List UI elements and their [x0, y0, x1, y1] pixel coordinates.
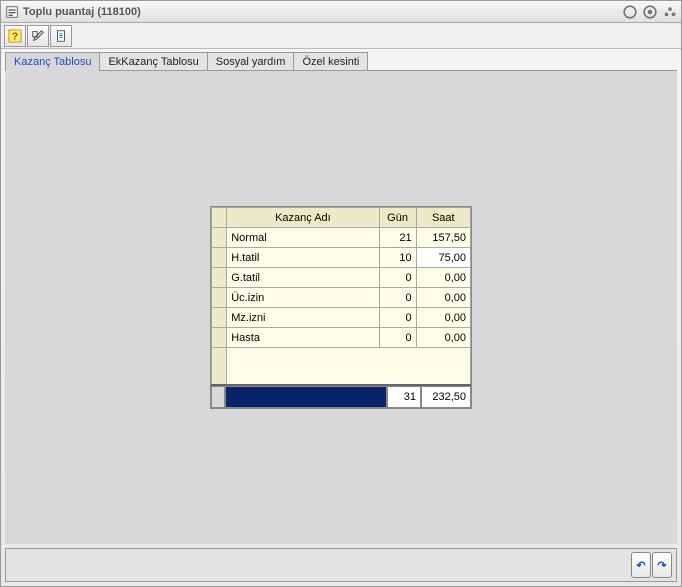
- edit-button[interactable]: [27, 25, 49, 47]
- next-button[interactable]: ↷: [652, 552, 672, 578]
- cell-gun[interactable]: 0: [379, 308, 416, 328]
- cell-name[interactable]: G.tatil: [227, 268, 379, 288]
- totals-selector: [211, 386, 225, 408]
- cell-name[interactable]: Mz.izni: [227, 308, 379, 328]
- tab-0[interactable]: Kazanç Tablosu: [5, 52, 100, 71]
- window-title: Toplu puantaj (118100): [23, 6, 623, 18]
- cell-gun[interactable]: 10: [379, 248, 416, 268]
- cell-name[interactable]: Üc.izin: [227, 288, 379, 308]
- cell-saat[interactable]: 0,00: [416, 288, 470, 308]
- row-selector-header: [212, 208, 227, 228]
- grid-filler: [212, 348, 471, 366]
- row-selector[interactable]: [212, 268, 227, 288]
- cell-saat[interactable]: 75,00: [416, 248, 470, 268]
- cell-saat[interactable]: 0,00: [416, 308, 470, 328]
- tab-3[interactable]: Özel kesinti: [293, 52, 368, 71]
- col-gun-header[interactable]: Gün: [379, 208, 416, 228]
- grid-row[interactable]: G.tatil00,00: [212, 268, 471, 288]
- row-selector[interactable]: [212, 308, 227, 328]
- row-selector[interactable]: [212, 328, 227, 348]
- maximize-button[interactable]: [643, 5, 657, 19]
- app-icon: [5, 5, 19, 19]
- col-name-header[interactable]: Kazanç Adı: [227, 208, 379, 228]
- grid-row[interactable]: Mz.izni00,00: [212, 308, 471, 328]
- row-selector[interactable]: [212, 248, 227, 268]
- totals-bar: [225, 386, 387, 408]
- grid-row[interactable]: Hasta00,00: [212, 328, 471, 348]
- totals-gun: 31: [387, 386, 421, 408]
- close-button[interactable]: [663, 5, 677, 19]
- cell-saat[interactable]: 0,00: [416, 268, 470, 288]
- tab-1[interactable]: EkKazanç Tablosu: [99, 52, 207, 71]
- earnings-grid: Kazanç Adı Gün Saat Normal21157,50H.tati…: [210, 206, 472, 409]
- help-button[interactable]: ?: [4, 25, 26, 47]
- cell-name[interactable]: H.tatil: [227, 248, 379, 268]
- toolbar: ?: [1, 23, 681, 49]
- tab-2[interactable]: Sosyal yardım: [207, 52, 295, 71]
- grid-row[interactable]: Normal21157,50: [212, 228, 471, 248]
- cell-name[interactable]: Hasta: [227, 328, 379, 348]
- grid-header-row: Kazanç Adı Gün Saat: [212, 208, 471, 228]
- svg-text:?: ?: [12, 30, 18, 42]
- report-button[interactable]: [50, 25, 72, 47]
- cell-gun[interactable]: 21: [379, 228, 416, 248]
- minimize-button[interactable]: [623, 5, 637, 19]
- row-selector[interactable]: [212, 228, 227, 248]
- cell-gun[interactable]: 0: [379, 288, 416, 308]
- cell-saat[interactable]: 0,00: [416, 328, 470, 348]
- row-selector[interactable]: [212, 288, 227, 308]
- cell-name[interactable]: Normal: [227, 228, 379, 248]
- totals-saat: 232,50: [421, 386, 471, 408]
- tab-content: Kazanç Adı Gün Saat Normal21157,50H.tati…: [5, 70, 677, 544]
- cell-gun[interactable]: 0: [379, 328, 416, 348]
- grid-row[interactable]: Üc.izin00,00: [212, 288, 471, 308]
- titlebar: Toplu puantaj (118100): [1, 1, 681, 23]
- footer-bar: ↶ ↷: [5, 548, 677, 582]
- prev-button[interactable]: ↶: [631, 552, 651, 578]
- col-saat-header[interactable]: Saat: [416, 208, 470, 228]
- totals-row: 31 232,50: [211, 384, 471, 408]
- cell-gun[interactable]: 0: [379, 268, 416, 288]
- grid-row[interactable]: H.tatil1075,00: [212, 248, 471, 268]
- cell-saat[interactable]: 157,50: [416, 228, 470, 248]
- tab-bar: Kazanç TablosuEkKazanç TablosuSosyal yar…: [1, 51, 681, 70]
- app-window: Toplu puantaj (118100) ? Kazanç TablosuE…: [0, 0, 682, 587]
